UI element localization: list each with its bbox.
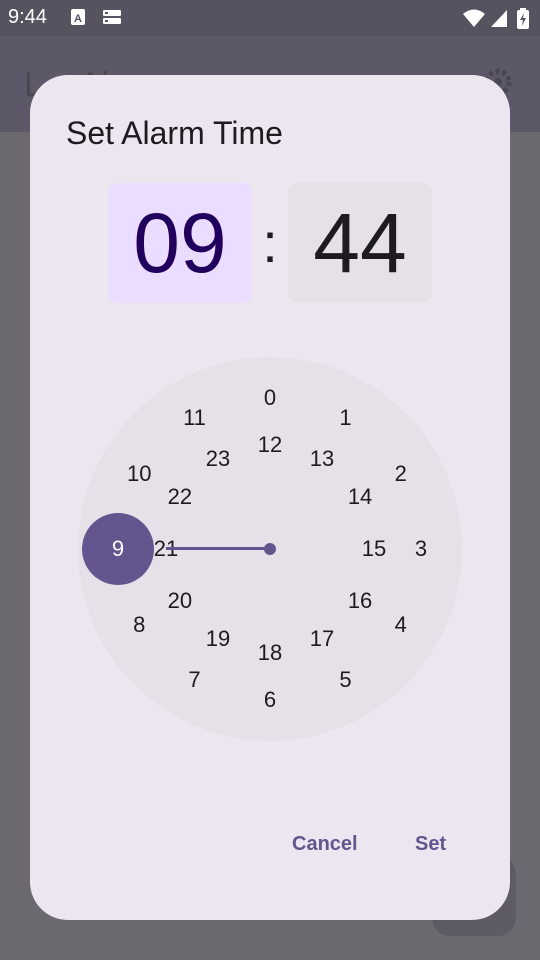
clock-number-17[interactable]: 17 [302,624,342,654]
minute-display[interactable]: 44 [288,183,432,303]
status-time: 9:44 [8,6,47,28]
hour-display[interactable]: 09 [108,183,252,303]
clock-number-4[interactable]: 4 [381,610,421,640]
storage-notification-icon [102,8,122,31]
clock-number-10[interactable]: 10 [119,459,159,489]
clock-selector[interactable]: 9 [82,513,154,585]
clock-number-11[interactable]: 11 [175,403,215,433]
svg-text:A: A [74,13,82,25]
clock-number-20[interactable]: 20 [160,586,200,616]
clock-number-3[interactable]: 3 [401,534,441,564]
clock-number-7[interactable]: 7 [175,665,215,695]
keyboard-notification-icon: A [70,8,86,31]
clock-number-0[interactable]: 0 [250,383,290,413]
clock-number-1[interactable]: 1 [326,403,366,433]
wifi-icon [462,8,486,33]
time-separator: : [262,211,278,274]
clock-number-6[interactable]: 6 [250,685,290,715]
status-bar: 9:44 A [0,0,540,36]
clock-center-dot [264,543,276,555]
clock-number-16[interactable]: 16 [340,586,380,616]
dialog-title: Set Alarm Time [66,115,283,151]
clock-number-13[interactable]: 13 [302,444,342,474]
clock-number-5[interactable]: 5 [326,665,366,695]
cell-signal-icon [490,8,508,33]
clock-number-22[interactable]: 22 [160,482,200,512]
alarm-time-dialog: Set Alarm Time 09 : 44 0 1 2 3 4 5 6 7 8 10 11 12 13… [30,75,510,920]
clock-face[interactable]: 0 1 2 3 4 5 6 7 8 10 11 12 13 14 15 16 17 18 19 20 21 22 23 9 [78,357,462,741]
clock-number-23[interactable]: 23 [198,444,238,474]
battery-charging-icon [516,8,530,35]
clock-number-2[interactable]: 2 [381,459,421,489]
set-button[interactable]: Set [407,827,454,862]
cancel-button[interactable]: Cancel [284,827,366,862]
clock-number-15[interactable]: 15 [354,534,394,564]
clock-number-18[interactable]: 18 [250,638,290,668]
clock-number-12[interactable]: 12 [250,430,290,460]
clock-number-19[interactable]: 19 [198,624,238,654]
clock-number-8[interactable]: 8 [119,610,159,640]
clock-hand [166,547,270,550]
clock-number-14[interactable]: 14 [340,482,380,512]
